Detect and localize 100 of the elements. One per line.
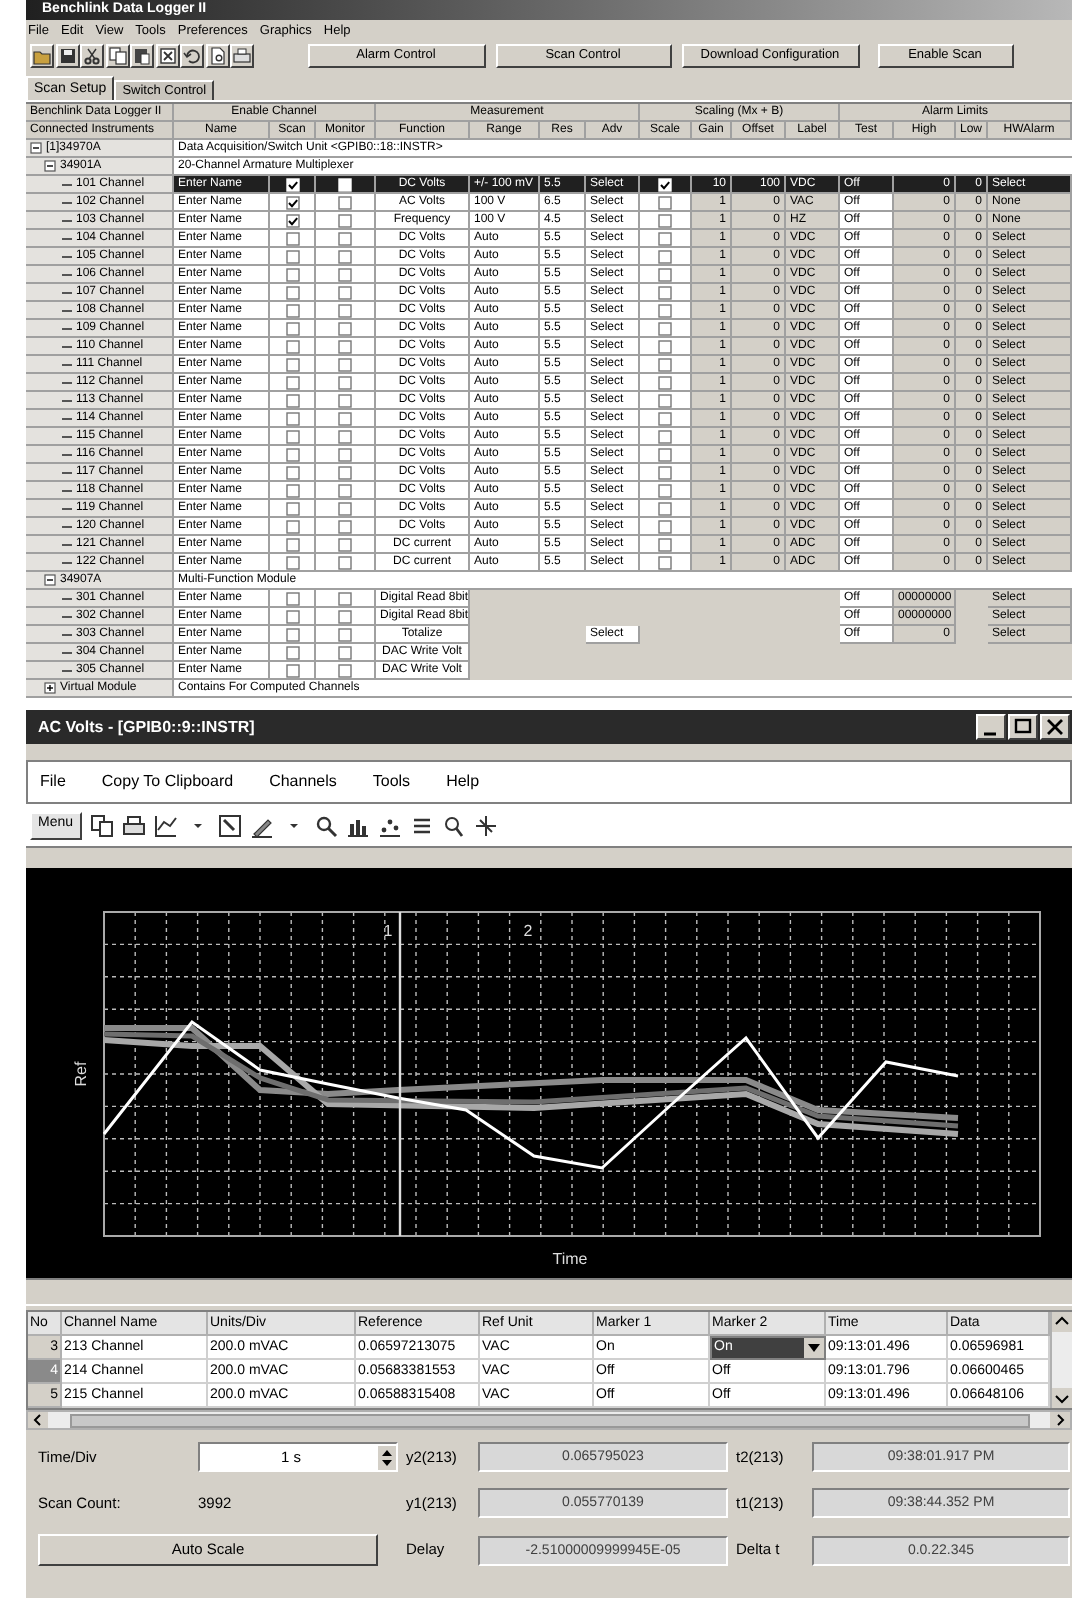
checkbox[interactable] (285, 591, 299, 605)
expand-icon[interactable] (44, 682, 56, 694)
checkbox[interactable] (285, 447, 299, 461)
checkbox[interactable] (658, 375, 672, 389)
checkbox[interactable] (285, 537, 299, 551)
minimize-icon[interactable] (976, 714, 1006, 740)
menu-item[interactable]: Tools (372, 770, 411, 794)
checkbox[interactable] (658, 195, 672, 209)
vertical-scrollbar[interactable] (1050, 1312, 1072, 1408)
print-preview-icon[interactable] (205, 44, 229, 68)
checkbox[interactable] (338, 447, 352, 461)
checkbox[interactable] (658, 321, 672, 335)
checkbox[interactable] (338, 501, 352, 515)
horizontal-scrollbar[interactable] (26, 1410, 1072, 1430)
search-icon[interactable] (441, 813, 466, 837)
checkbox[interactable] (338, 609, 352, 623)
checkbox[interactable] (338, 627, 352, 641)
checkbox[interactable] (285, 465, 299, 479)
checkbox[interactable] (658, 411, 672, 425)
checkbox[interactable] (338, 267, 352, 281)
menu-item[interactable]: File (40, 770, 66, 794)
chart-icon[interactable] (153, 813, 178, 837)
checkbox[interactable] (658, 555, 672, 569)
paste-icon[interactable] (130, 44, 154, 68)
checkbox[interactable] (338, 375, 352, 389)
checkbox[interactable] (658, 447, 672, 461)
checkbox[interactable] (285, 501, 299, 515)
checkbox[interactable] (338, 429, 352, 443)
checkbox[interactable] (285, 519, 299, 533)
checkbox[interactable] (285, 285, 299, 299)
checkbox[interactable] (338, 555, 352, 569)
checkbox[interactable] (285, 645, 299, 659)
checkbox[interactable] (285, 627, 299, 641)
scroll-down-icon[interactable] (1052, 1388, 1072, 1408)
collapse-icon[interactable] (44, 574, 56, 586)
checkbox[interactable] (338, 231, 352, 245)
checkbox[interactable] (658, 303, 672, 317)
checkbox[interactable] (338, 645, 352, 659)
menu-item[interactable]: Help (446, 770, 480, 794)
delete-icon[interactable] (155, 44, 179, 68)
checkbox[interactable] (338, 195, 352, 209)
checkbox[interactable] (285, 429, 299, 443)
checkbox[interactable] (285, 357, 299, 371)
checkbox[interactable] (338, 339, 352, 353)
collapse-icon[interactable] (44, 160, 56, 172)
caret-icon[interactable] (808, 1344, 820, 1352)
checkbox[interactable] (338, 357, 352, 371)
collapse-icon[interactable] (30, 142, 42, 154)
checkbox[interactable] (338, 411, 352, 425)
checkbox[interactable] (338, 321, 352, 335)
marker-line[interactable] (398, 912, 402, 1236)
checkbox[interactable] (658, 213, 672, 227)
undo-icon[interactable] (180, 44, 204, 68)
checkbox[interactable] (285, 195, 299, 209)
copy-icon[interactable] (89, 813, 114, 837)
checkbox[interactable] (338, 663, 352, 677)
checkbox[interactable] (338, 213, 352, 227)
checkbox[interactable] (658, 519, 672, 533)
checkbox[interactable] (658, 177, 672, 191)
list-icon[interactable] (409, 813, 434, 837)
checkbox[interactable] (285, 213, 299, 227)
checkbox[interactable] (285, 321, 299, 335)
checkbox[interactable] (338, 249, 352, 263)
checkbox[interactable] (658, 267, 672, 281)
checkbox[interactable] (285, 267, 299, 281)
close-icon[interactable] (1040, 714, 1070, 740)
checkbox[interactable] (285, 231, 299, 245)
checkbox[interactable] (338, 519, 352, 533)
maximize-icon[interactable] (1008, 714, 1038, 740)
checkbox[interactable] (285, 393, 299, 407)
spinner-icon[interactable] (378, 1445, 396, 1469)
menu-item[interactable]: Channels (269, 770, 337, 794)
checkbox[interactable] (338, 303, 352, 317)
checkbox[interactable] (285, 177, 299, 191)
checkbox[interactable] (285, 483, 299, 497)
checkbox[interactable] (285, 555, 299, 569)
magnifier-icon[interactable] (313, 813, 338, 837)
cut-icon[interactable] (80, 44, 104, 68)
splitter-bar[interactable] (26, 1278, 1072, 1306)
checkbox[interactable] (338, 285, 352, 299)
printer-icon[interactable] (230, 44, 254, 68)
copy-icon[interactable] (105, 44, 129, 68)
checkbox[interactable] (658, 483, 672, 497)
checkbox[interactable] (285, 303, 299, 317)
checkbox[interactable] (658, 393, 672, 407)
open-folder-icon[interactable] (30, 44, 54, 68)
zoom-box-icon[interactable] (217, 813, 242, 837)
menu-item[interactable]: Copy To Clipboard (101, 770, 234, 794)
checkbox[interactable] (658, 465, 672, 479)
checkbox[interactable] (338, 537, 352, 551)
checkbox[interactable] (285, 609, 299, 623)
save-icon[interactable] (55, 44, 79, 68)
printer-icon[interactable] (121, 813, 146, 837)
checkbox[interactable] (285, 663, 299, 677)
checkbox[interactable] (658, 231, 672, 245)
checkbox[interactable] (338, 483, 352, 497)
checkbox[interactable] (338, 393, 352, 407)
scroll-left-icon[interactable] (28, 1412, 48, 1428)
crosshair-icon[interactable] (473, 813, 498, 837)
checkbox[interactable] (285, 375, 299, 389)
